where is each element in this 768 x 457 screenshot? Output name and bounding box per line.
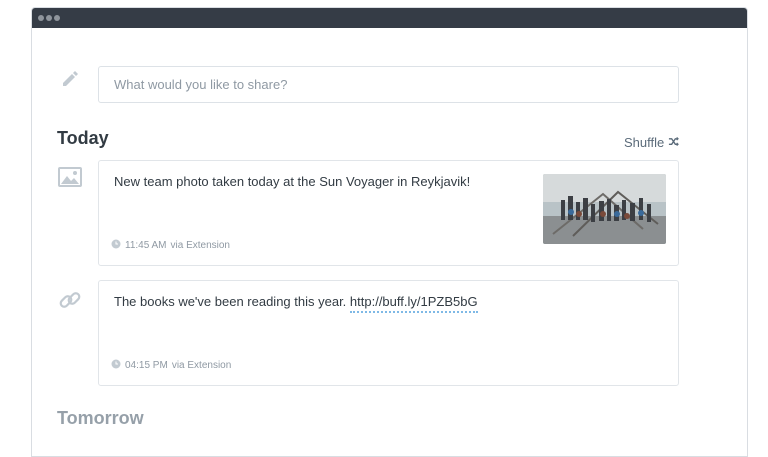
clock-icon xyxy=(111,239,121,252)
composer-input[interactable]: What would you like to share? xyxy=(98,66,679,103)
queued-post-card[interactable]: The books we've been reading this year. … xyxy=(98,280,679,386)
post-text: New team photo taken today at the Sun Vo… xyxy=(114,174,471,189)
post-meta: 11:45 AM via Extension xyxy=(111,239,230,252)
link-icon xyxy=(58,288,82,317)
shuffle-button[interactable]: Shuffle xyxy=(624,135,680,150)
post-image[interactable] xyxy=(543,174,666,244)
post-via: via Extension xyxy=(170,240,230,251)
queued-post-card[interactable]: New team photo taken today at the Sun Vo… xyxy=(98,160,679,266)
shuffle-label: Shuffle xyxy=(624,135,665,150)
window-dot xyxy=(54,15,60,21)
window-dot xyxy=(38,15,44,21)
window-titlebar xyxy=(32,8,747,28)
section-heading-tomorrow: Tomorrow xyxy=(57,408,144,428)
pencil-icon xyxy=(60,69,80,94)
image-icon xyxy=(58,167,82,192)
post-time: 04:15 PM xyxy=(125,360,168,371)
post-time: 11:45 AM xyxy=(125,240,167,251)
post-via: via Extension xyxy=(171,360,232,371)
window-dot xyxy=(46,15,52,21)
shuffle-icon xyxy=(668,135,680,150)
post-meta: 04:15 PM via Extension xyxy=(111,359,231,372)
post-body: The books we've been reading this year. xyxy=(114,294,350,309)
section-heading-today: Today xyxy=(57,128,109,148)
post-text: The books we've been reading this year. … xyxy=(114,294,478,313)
app-window: What would you like to share? Today Shuf… xyxy=(31,7,748,457)
clock-icon xyxy=(111,359,121,372)
post-link[interactable]: http://buff.ly/1PZB5bG xyxy=(349,294,478,313)
